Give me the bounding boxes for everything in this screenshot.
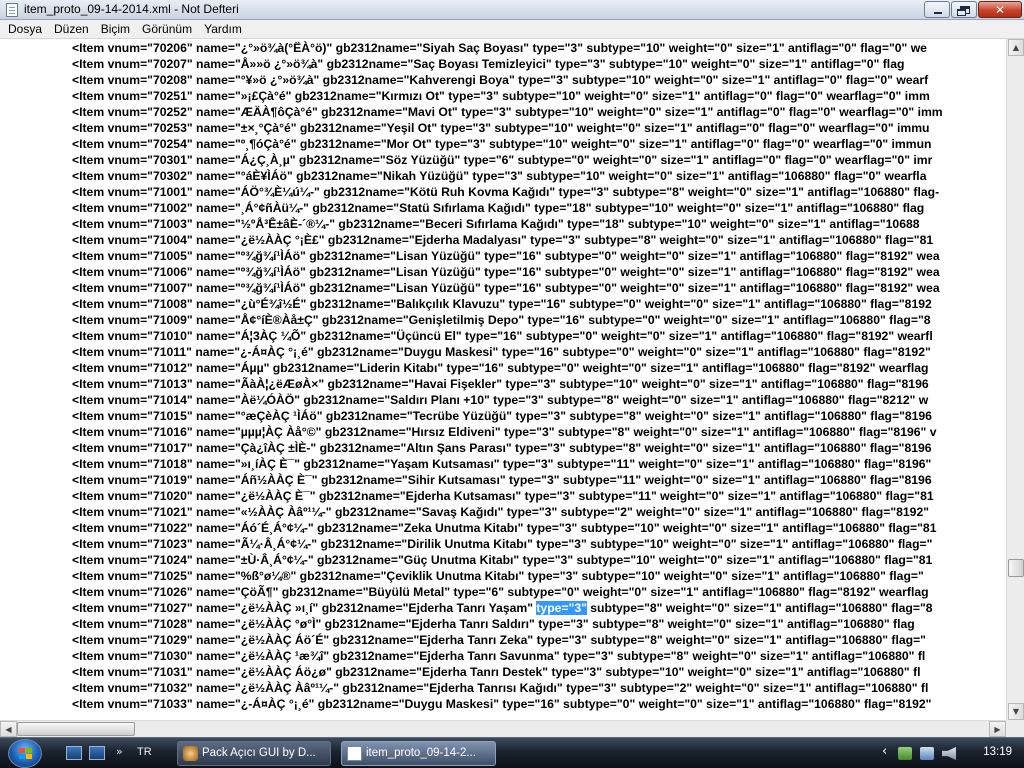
text-line: <Item vnum="71025" name="%ß°ø¼®" gb2312n… [72,569,924,583]
taskbar-item-label: item_proto_09-14-2... [366,747,476,759]
scroll-right-button[interactable]: ▶ [989,721,1006,737]
text-line: <Item vnum="71013" name="ÃàÀ¦¿ëÆøÀ×" gb2… [72,377,929,391]
text-line: <Item vnum="70252" name="ÆÄÀ¶ôÇà°é" gb23… [72,105,943,119]
text-line: <Item vnum="71009" name="Å¢°íÈ®Àå±Ç" gb2… [72,313,931,327]
text-before-selection: <Item vnum="71027" name="¿ë½ÀÀÇ »ı¸í" gb… [72,601,537,615]
menu-bar: Dosya Düzen Biçim Görünüm Yardım [0,20,1024,39]
text-line: <Item vnum="71001" name="ÁÖ°¾È¼ú¼-" gb23… [72,185,940,199]
text-line: <Item vnum="71026" name="ÇöÃ¶" gb2312nam… [72,585,929,599]
text-line: <Item vnum="71019" name="Áñ½ÀÀÇ È¯" gb23… [72,473,932,487]
minimize-icon [934,12,942,14]
text-line: <Item vnum="70251" name="»¡£Çà°é" gb2312… [72,89,930,103]
notepad-icon [347,746,362,761]
taskbar-item-label: Pack Açıcı GUI by D... [202,747,316,759]
text-line: <Item vnum="71024" name="±Ù·Â¸Á°¢¼-" gb2… [72,553,933,567]
menu-file[interactable]: Dosya [2,22,48,36]
text-line: <Item vnum="71018" name="»ı¸íÀÇ È¯" gb23… [72,457,932,471]
text-line: <Item vnum="71020" name="¿ë½ÀÀÇ È¯" gb23… [72,489,934,503]
arrow-down-icon: ▼ [1012,707,1020,716]
text-line: <Item vnum="71017" name="Çà¿îÀÇ ±ÌÈ-" gb… [72,441,932,455]
scroll-up-button[interactable]: ▲ [1008,39,1024,56]
selected-text-line: <Item vnum="71027" name="¿ë½ÀÀÇ »ı¸í" gb… [72,600,933,616]
text-line: <Item vnum="71012" name="Áµµ" gb2312name… [72,361,929,375]
vertical-scrollbar[interactable]: ▲ ▼ [1006,39,1024,720]
text-selection[interactable]: type="3" [536,601,587,615]
text-line: <Item vnum="70206" name="¿°»ö¾à(°ËÀ°ö)" … [72,41,927,55]
vertical-scroll-thumb[interactable] [1008,559,1024,577]
language-indicator[interactable]: TR [137,746,152,758]
size-grip[interactable] [1006,720,1024,737]
arrow-up-icon: ▲ [1012,43,1020,52]
text-line: <Item vnum="71033" name="¿-Á¤ÀÇ °¡¸é" gb… [72,697,935,711]
text-line: <Item vnum="71004" name="¿ë½ÀÀÇ °¡È£" gb… [72,233,934,247]
horizontal-scroll-thumb[interactable] [17,722,135,736]
network-icon[interactable] [920,747,934,760]
tray-expand-button[interactable]: ‹ [882,744,887,759]
taskbar: » TR Pack Açıcı GUI by D... item_proto_0… [0,737,1024,768]
windows-logo-icon [19,748,33,760]
menu-edit[interactable]: Düzen [48,22,95,36]
text-line: <Item vnum="71022" name="Áó´É¸Á°¢¼-" gb2… [72,521,937,535]
minimize-button[interactable] [924,1,950,18]
text-line: <Item vnum="71028" name="¿ë½ÀÀÇ °ø°Ì" gb… [72,617,915,631]
taskbar-item-pack-gui[interactable]: Pack Açıcı GUI by D... [177,741,331,766]
text-line: <Item vnum="71023" name="Ã¼·Â¸Á°¢¼-" gb2… [72,537,933,551]
text-line: <Item vnum="71032" name="¿ë½ÀÀÇ Àâº¹¼-" … [72,681,929,695]
network-shield-icon[interactable] [898,747,912,760]
restore-icon-back [957,9,966,16]
show-desktop-icon[interactable] [66,746,82,760]
text-line: <Item vnum="70208" name="°¥»ö ¿°»ö¾à" gb… [72,73,929,87]
text-editor[interactable]: <Item vnum="70206" name="¿°»ö¾à(°ËÀ°ö)" … [0,39,1006,720]
text-line: <Item vnum="70301" name="Á¿Ç¸À¸µ" gb2312… [72,153,933,167]
text-line: <Item vnum="70302" name="°áÈ¥ÌÁö" gb2312… [72,169,927,183]
restore-button[interactable] [951,1,977,18]
window-title: item_proto_09-14-2014.xml - Not Defteri [24,2,239,16]
text-line: <Item vnum="71010" name="Á¦3ÀÇ ¼Õ" gb231… [72,329,933,343]
scroll-left-button[interactable]: ◀ [0,721,17,737]
arrow-right-icon: ▶ [994,725,1001,734]
clock[interactable]: 13:19 [983,746,1012,758]
pack-tool-icon [183,746,198,761]
switch-windows-icon[interactable] [89,746,105,760]
notepad-icon [6,3,18,17]
text-line: <Item vnum="71003" name="½ºÅ³Ê±âÈ-´®¼-" … [72,217,920,231]
menu-view[interactable]: Görünüm [136,22,198,36]
menu-help[interactable]: Yardım [198,22,248,36]
start-button[interactable] [8,739,42,768]
text-line: <Item vnum="71014" name="Àë¼ÓÀÖ" gb2312n… [72,393,929,407]
system-tray: ‹ 13:19 [876,738,1024,768]
text-line: <Item vnum="71011" name="¿-Á¤ÀÇ °¡¸é" gb… [72,345,935,359]
text-line: <Item vnum="71030" name="¿ë½ÀÀÇ ¹æ¾î" gb… [72,649,926,663]
close-icon: ✕ [994,3,1006,17]
close-button[interactable]: ✕ [978,1,1022,18]
quicklaunch-more-button[interactable]: » [116,745,123,758]
text-after-selection: subtype="8" weight="0" size="1" antiflag… [586,601,933,615]
text-line: <Item vnum="71016" name="µµµ¦ÀÇ Àå°©" gb… [72,425,937,439]
menu-format[interactable]: Biçim [95,22,136,36]
text-line: <Item vnum="71021" name="«½ÀÀÇ Àâº¹¼-" g… [72,505,930,519]
text-line: <Item vnum="71005" name="º¾ğ¾í¹ÌÁö" gb23… [72,249,940,263]
title-bar[interactable]: item_proto_09-14-2014.xml - Not Defteri … [0,0,1024,20]
text-line: <Item vnum="71002" name="¸Á°¢ñÀü¼-" gb23… [72,201,925,215]
text-line: <Item vnum="71007" name="º¾ğ¾í¹ÌÁö" gb23… [72,281,940,295]
window-controls: ✕ [923,1,1022,19]
text-line: <Item vnum="71015" name="°æÇèÀÇ ¹ÌÁö" gb… [72,409,932,423]
taskbar-item-notepad[interactable]: item_proto_09-14-2... [341,741,496,766]
scroll-down-button[interactable]: ▼ [1008,703,1024,720]
volume-icon[interactable] [942,747,956,760]
arrow-left-icon: ◀ [5,725,12,734]
text-line: <Item vnum="70207" name="Å»»ö ¿°»ö¾à" gb… [72,57,905,71]
horizontal-scrollbar[interactable]: ◀ ▶ [0,720,1006,737]
text-line: <Item vnum="71029" name="¿ë½ÀÀÇ Áö´É" gb… [72,633,926,647]
text-line: <Item vnum="70254" name="º¸¶óÇà°é" gb231… [72,137,932,151]
text-line: <Item vnum="71031" name="¿ë½ÀÀÇ Áö¿ø" gb… [72,665,921,679]
text-line: <Item vnum="71006" name="º¾ğ¾í¹ÌÁö" gb23… [72,265,940,279]
text-line: <Item vnum="70253" name="±×¸°Çà°é" gb231… [72,121,930,135]
text-line: <Item vnum="71008" name="¿ù°É¾î½É" gb231… [72,297,932,311]
